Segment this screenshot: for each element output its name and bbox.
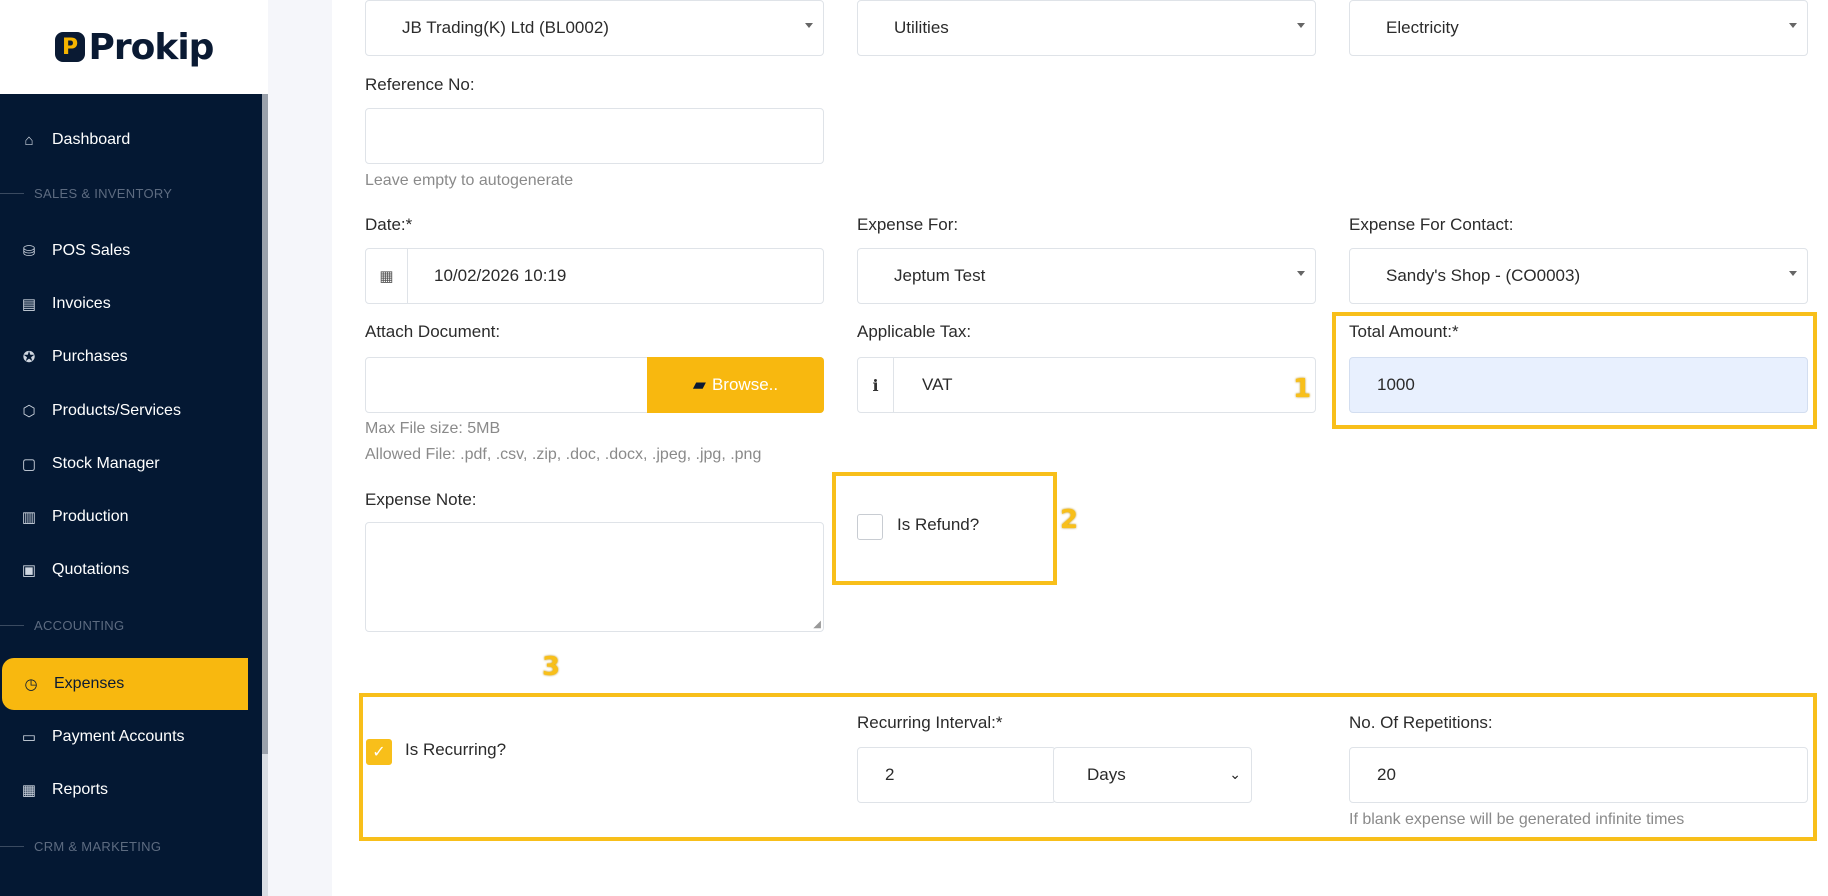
section-crm-marketing: CRM & MARKETING [0, 836, 262, 856]
folder-open-icon: ▰ [692, 375, 706, 394]
reference-input[interactable] [365, 108, 824, 164]
highlight-box-1 [1332, 312, 1817, 429]
sidebar-scrollbar[interactable] [262, 94, 268, 896]
info-icon: i [858, 358, 894, 412]
logo-text: Prokip [88, 26, 215, 68]
sidebar-item-production[interactable]: ▥ Production [0, 491, 250, 543]
sidebar-item-label: POS Sales [52, 242, 131, 259]
expense-category-select[interactable]: Utilities [857, 0, 1316, 56]
scrollbar-thumb[interactable] [262, 94, 268, 754]
chevron-down-icon [1297, 23, 1305, 28]
expense-for-select[interactable]: Jeptum Test [857, 248, 1316, 304]
browse-button[interactable]: ▰ Browse.. [647, 357, 824, 413]
sidebar-item-expenses[interactable]: ◷ Expenses [2, 658, 248, 710]
logo-mark-icon: P [54, 32, 85, 62]
shopping-bag-icon: ⛁ [22, 243, 36, 260]
expense-for-label: Expense For: [857, 215, 959, 234]
date-input[interactable]: ▦ 10/02/2026 10:19 [365, 248, 824, 304]
max-file-size-text: Max File size: 5MB [365, 420, 501, 437]
attach-document-input[interactable]: ▰ Browse.. [365, 357, 824, 413]
expense-note-label: Expense Note: [365, 490, 477, 509]
sidebar-item-label: Dashboard [52, 131, 131, 148]
box-icon: ⬡ [22, 403, 36, 420]
sidebar-item-label: Purchases [52, 348, 128, 365]
quote-icon: ▣ [21, 562, 37, 579]
sidebar-item-dashboard[interactable]: ⌂ Dashboard [0, 114, 250, 166]
wallet-icon: ▭ [21, 729, 37, 746]
applicable-tax-select[interactable]: i VAT [857, 357, 1316, 413]
sidebar-item-stock-manager[interactable]: ▢ Stock Manager [0, 438, 250, 490]
chevron-down-icon [1297, 271, 1305, 276]
clipboard-icon: ▢ [21, 456, 37, 473]
sidebar-item-invoices[interactable]: ▤ Invoices [0, 278, 250, 330]
attach-document-label: Attach Document: [365, 322, 501, 341]
sidebar-item-label: Invoices [52, 295, 111, 312]
sidebar-item-payment-accounts[interactable]: ▭ Payment Accounts [0, 711, 250, 763]
sidebar-nav: ⌂ Dashboard SALES & INVENTORY ⛁ POS Sale… [0, 94, 262, 896]
sidebar-item-label: Stock Manager [52, 455, 160, 472]
applicable-tax-label: Applicable Tax: [857, 322, 972, 341]
home-icon: ⌂ [24, 131, 34, 149]
highlight-number-2: 2 [1060, 505, 1079, 535]
presentation-icon: ▦ [21, 782, 37, 799]
highlight-box-3 [359, 693, 1817, 841]
sidebar-item-purchases[interactable]: ✪ Purchases [0, 331, 250, 383]
date-label: Date:* [365, 215, 413, 234]
resize-handle-icon[interactable]: ◢ [813, 619, 821, 630]
calendar-icon: ▦ [366, 249, 408, 303]
sidebar-item-label: Payment Accounts [52, 728, 185, 745]
factory-icon: ▥ [21, 509, 37, 526]
purchase-icon: ✪ [22, 349, 36, 366]
expense-note-textarea[interactable]: ◢ [365, 522, 824, 632]
highlight-number-1: 1 [1293, 374, 1312, 404]
chevron-down-icon [1789, 23, 1797, 28]
reference-label: Reference No: [365, 75, 475, 94]
section-accounting: ACCOUNTING [0, 615, 262, 635]
sidebar-item-label: Production [52, 508, 129, 525]
sidebar: P Prokip ⌂ Dashboard SALES & INVENTORY ⛁… [0, 0, 268, 896]
invoice-icon: ▤ [21, 296, 37, 313]
section-sales-inventory: SALES & INVENTORY [0, 183, 262, 203]
highlight-number-3: 3 [542, 652, 561, 682]
sidebar-item-products-services[interactable]: ⬡ Products/Services [0, 385, 250, 437]
sidebar-item-label: Products/Services [52, 402, 181, 419]
sidebar-item-pos-sales[interactable]: ⛁ POS Sales [0, 225, 250, 277]
allowed-file-text: Allowed File: .pdf, .csv, .zip, .doc, .d… [365, 446, 762, 463]
sidebar-item-quotations[interactable]: ▣ Quotations [0, 544, 250, 596]
highlight-box-2 [832, 472, 1057, 585]
expense-contact-label: Expense For Contact: [1349, 215, 1514, 234]
chevron-down-icon [1789, 271, 1797, 276]
sidebar-item-label: Expenses [54, 675, 125, 692]
reference-help: Leave empty to autogenerate [365, 172, 574, 189]
sidebar-item-label: Quotations [52, 561, 130, 578]
sidebar-item-label: Reports [52, 781, 109, 798]
logo-area: P Prokip [0, 0, 268, 94]
expense-contact-select[interactable]: Sandy's Shop - (CO0003) [1349, 248, 1808, 304]
sidebar-item-reports[interactable]: ▦ Reports [0, 764, 250, 816]
expense-subcategory-select[interactable]: Electricity [1349, 0, 1808, 56]
chevron-down-icon [805, 23, 813, 28]
prokip-logo[interactable]: P Prokip [54, 26, 215, 68]
clock-icon: ◷ [24, 676, 38, 693]
business-location-select[interactable]: JB Trading(K) Ltd (BL0002) [365, 0, 824, 56]
